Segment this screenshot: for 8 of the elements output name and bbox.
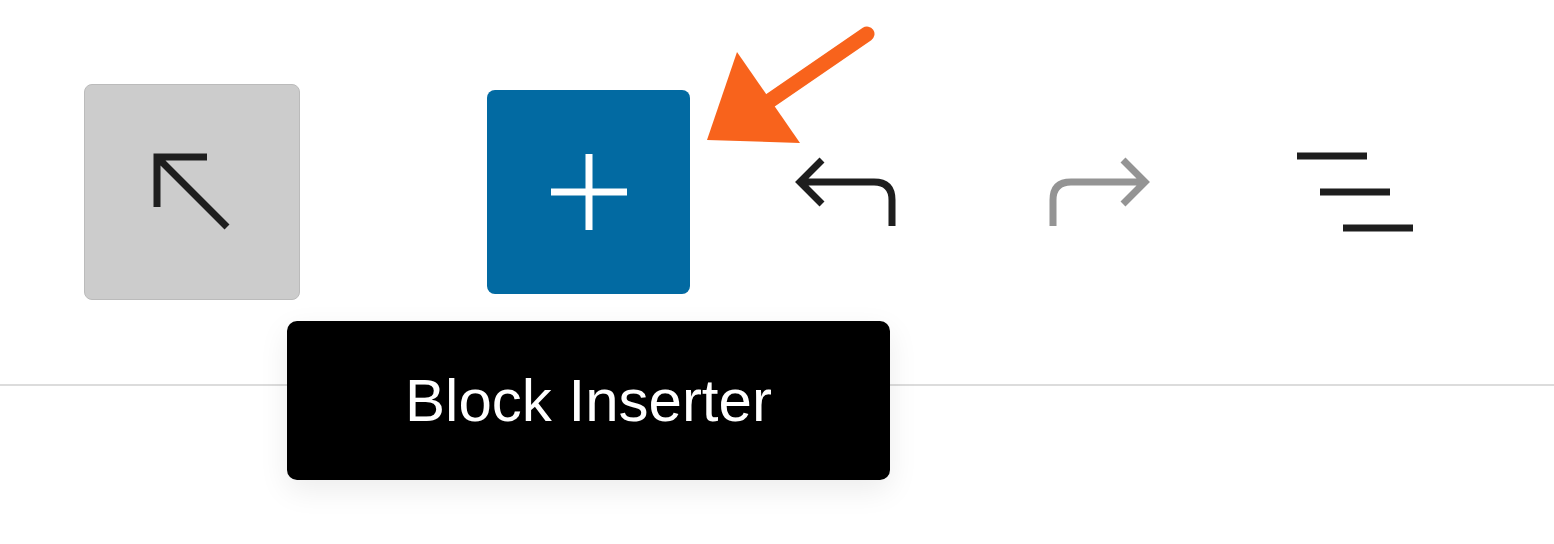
inserter-button[interactable]: [487, 90, 690, 294]
undo-icon: [794, 156, 896, 228]
redo-icon: [1049, 156, 1151, 228]
plus-icon: [550, 154, 627, 230]
arrow-icon: [152, 152, 232, 232]
list-view-icon: [1297, 152, 1413, 232]
tooltip: Block Inserter: [287, 321, 890, 480]
select-button[interactable]: [84, 84, 300, 300]
